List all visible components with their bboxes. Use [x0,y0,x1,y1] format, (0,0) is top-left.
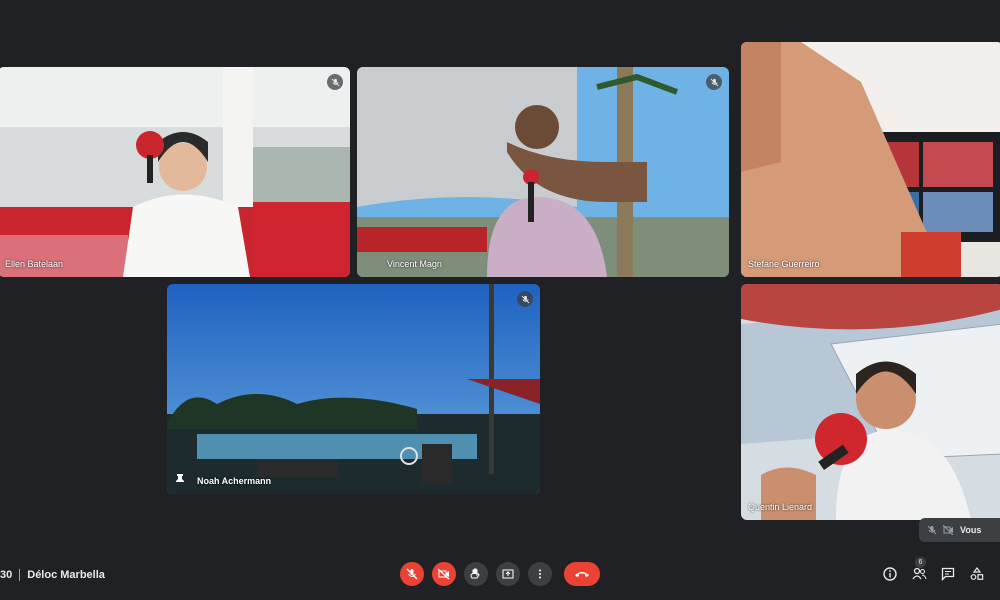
divider [19,569,21,581]
present-button[interactable] [496,562,520,586]
mic-off-icon [927,525,937,535]
self-view-collapsed[interactable]: Vous [919,518,1000,542]
participant-name: Vincent Magn [387,259,442,269]
mic-muted-indicator [517,291,533,307]
participant-name: Noah Achermann [197,476,272,486]
present-icon [502,569,514,579]
mic-off-icon [521,295,529,303]
chat-button[interactable] [940,566,956,582]
participants-count-badge: 6 [915,557,926,568]
raise-hand-icon [470,568,480,579]
people-icon [911,567,926,580]
video-feed [0,67,350,277]
meeting-info: 30 Déloc Marbella [0,569,105,581]
participant-name: Stefane Guerreiro [748,259,820,269]
info-icon [883,567,897,581]
mic-off-icon [406,568,418,580]
video-feed [741,284,1000,520]
activities-button[interactable] [969,566,985,582]
end-call-button[interactable] [564,562,600,586]
participant-name: Quentin Lienard [748,502,813,512]
mic-muted-indicator [706,74,722,90]
video-feed [167,284,540,494]
meeting-time: 30 [0,569,13,581]
call-controls [400,562,600,586]
toggle-camera-button[interactable] [432,562,456,586]
video-feed [741,42,1000,277]
end-call-icon [575,572,589,577]
camera-off-icon [943,525,954,535]
activities-icon [970,567,984,580]
pin-icon[interactable] [175,474,185,486]
camera-off-icon [438,568,450,580]
raise-hand-button[interactable] [464,562,488,586]
chat-icon [941,567,955,581]
meeting-details-button[interactable] [882,566,898,582]
participant-tile-2[interactable]: Vincent Magn [357,67,729,277]
mic-muted-indicator [327,74,343,90]
video-feed [357,67,729,277]
side-panel-controls: 6 [882,557,985,582]
more-options-button[interactable] [528,562,552,586]
mic-off-icon [710,78,718,86]
participant-tile-1[interactable]: Ellen Batelaan [0,67,350,277]
toggle-mic-button[interactable] [400,562,424,586]
mic-off-icon [331,78,339,86]
self-label: Vous [960,525,982,535]
participant-tile-3[interactable]: Stefane Guerreiro [741,42,1000,277]
participant-tile-4[interactable]: Noah Achermann [167,284,540,494]
participants-button[interactable]: 6 [911,557,927,582]
participant-tile-5[interactable]: Quentin Lienard [741,284,1000,520]
participant-name: Ellen Batelaan [5,259,64,269]
more-options-icon [539,569,541,579]
meeting-title: Déloc Marbella [27,569,105,581]
